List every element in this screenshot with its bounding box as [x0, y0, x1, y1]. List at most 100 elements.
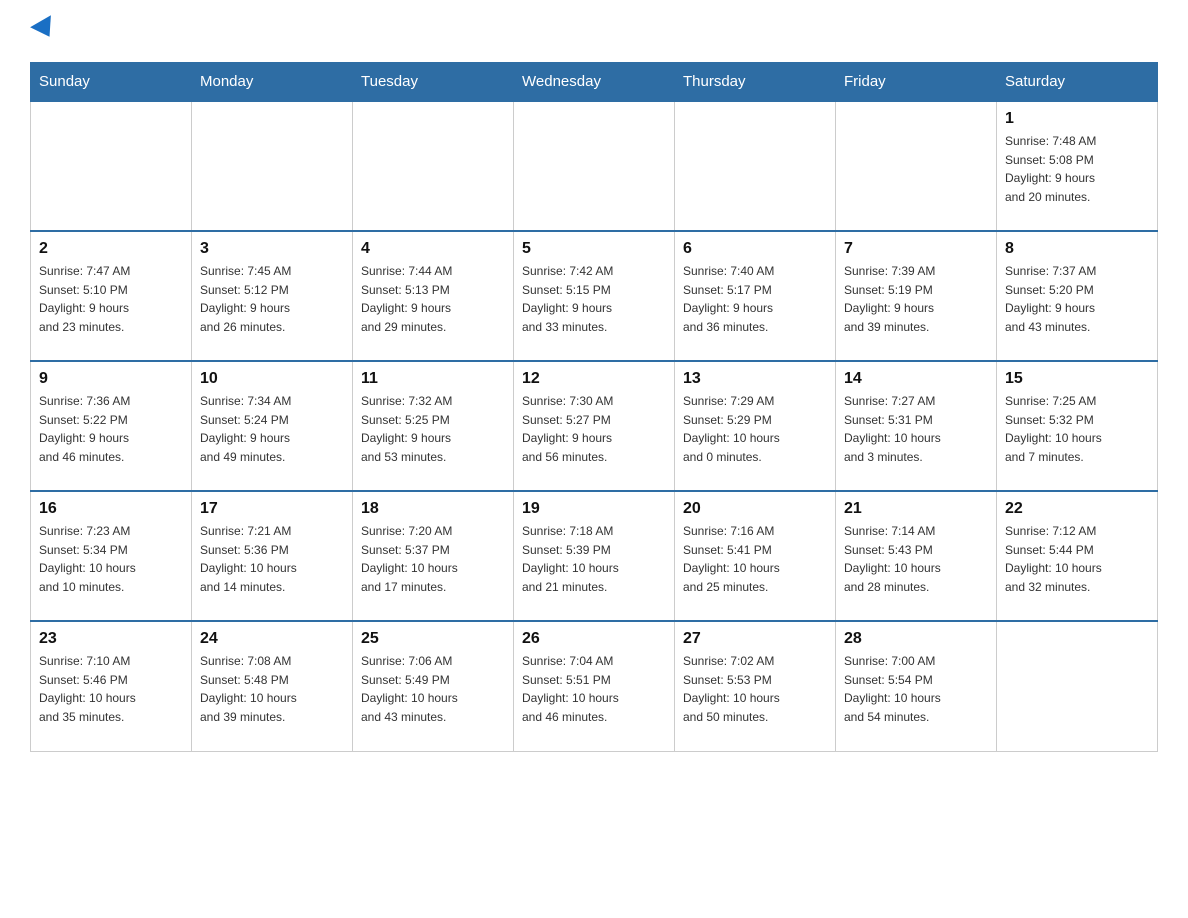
calendar-cell: 11Sunrise: 7:32 AM Sunset: 5:25 PM Dayli… — [353, 361, 514, 491]
calendar-cell: 18 Sunrise: 7:20 AM Sunset: 5:37 PM Dayli… — [353, 491, 514, 621]
calendar-cell: 14 Sunrise: 7:27 AM Sunset: 5:31 PM Dayli… — [836, 361, 997, 491]
day-number: 1 — [1005, 110, 1149, 128]
day-number: 17 — [200, 500, 344, 518]
day-number: 10 — [200, 370, 344, 388]
day-number: 6 — [683, 240, 827, 258]
calendar-cell: 4 Sunrise: 7:44 AM Sunset: 5:13 PM Daylig… — [353, 231, 514, 361]
day-number: 24 — [200, 630, 344, 648]
calendar-week-row: 16 Sunrise: 7:23 AM Sunset: 5:34 PM Dayli… — [31, 491, 1158, 621]
day-number: 14 — [844, 370, 988, 388]
calendar-cell — [192, 101, 353, 231]
day-info: Sunrise: 7:00 AM Sunset: 5:54 PM Dayligh… — [844, 652, 988, 726]
day-number: 8 — [1005, 240, 1149, 258]
page-header — [30, 20, 1158, 42]
day-info: Sunrise: 7:47 AM Sunset: 5:10 PM Dayligh… — [39, 262, 183, 336]
calendar-week-row: 2 Sunrise: 7:47 AM Sunset: 5:10 PM Daylig… — [31, 231, 1158, 361]
day-number: 19 — [522, 500, 666, 518]
calendar-cell: 3Sunrise: 7:45 AM Sunset: 5:12 PM Daylig… — [192, 231, 353, 361]
calendar-cell — [31, 101, 192, 231]
day-info: Sunrise: 7:06 AM Sunset: 5:49 PM Dayligh… — [361, 652, 505, 726]
calendar-cell: 2 Sunrise: 7:47 AM Sunset: 5:10 PM Daylig… — [31, 231, 192, 361]
day-number: 4 — [361, 240, 505, 258]
day-info: Sunrise: 7:27 AM Sunset: 5:31 PM Dayligh… — [844, 392, 988, 466]
day-info: Sunrise: 7:08 AM Sunset: 5:48 PM Dayligh… — [200, 652, 344, 726]
day-number: 7 — [844, 240, 988, 258]
day-info: Sunrise: 7:48 AM Sunset: 5:08 PM Dayligh… — [1005, 132, 1149, 206]
day-number: 22 — [1005, 500, 1149, 518]
calendar-header: SundayMondayTuesdayWednesdayThursdayFrid… — [31, 63, 1158, 102]
day-info: Sunrise: 7:12 AM Sunset: 5:44 PM Dayligh… — [1005, 522, 1149, 596]
calendar-cell: 28 Sunrise: 7:00 AM Sunset: 5:54 PM Dayli… — [836, 621, 997, 751]
weekday-header-friday: Friday — [836, 63, 997, 102]
day-number: 5 — [522, 240, 666, 258]
calendar-cell: 24 Sunrise: 7:08 AM Sunset: 5:48 PM Dayli… — [192, 621, 353, 751]
day-number: 2 — [39, 240, 183, 258]
day-number: 15 — [1005, 370, 1149, 388]
calendar-cell: 15 Sunrise: 7:25 AM Sunset: 5:32 PM Dayli… — [997, 361, 1158, 491]
calendar-week-row: 23 Sunrise: 7:10 AM Sunset: 5:46 PM Dayli… — [31, 621, 1158, 751]
calendar-cell: 20 Sunrise: 7:16 AM Sunset: 5:41 PM Dayli… — [675, 491, 836, 621]
calendar-cell: 13Sunrise: 7:29 AM Sunset: 5:29 PM Dayli… — [675, 361, 836, 491]
calendar-cell — [353, 101, 514, 231]
calendar-cell: 7 Sunrise: 7:39 AM Sunset: 5:19 PM Daylig… — [836, 231, 997, 361]
weekday-header-row: SundayMondayTuesdayWednesdayThursdayFrid… — [31, 63, 1158, 102]
weekday-header-thursday: Thursday — [675, 63, 836, 102]
calendar-cell: 23 Sunrise: 7:10 AM Sunset: 5:46 PM Dayli… — [31, 621, 192, 751]
day-number: 28 — [844, 630, 988, 648]
calendar-cell: 21 Sunrise: 7:14 AM Sunset: 5:43 PM Dayli… — [836, 491, 997, 621]
day-number: 9 — [39, 370, 183, 388]
calendar-cell: 19 Sunrise: 7:18 AM Sunset: 5:39 PM Dayli… — [514, 491, 675, 621]
calendar-cell: 16 Sunrise: 7:23 AM Sunset: 5:34 PM Dayli… — [31, 491, 192, 621]
weekday-header-tuesday: Tuesday — [353, 63, 514, 102]
calendar-cell — [514, 101, 675, 231]
day-info: Sunrise: 7:34 AM Sunset: 5:24 PM Dayligh… — [200, 392, 344, 466]
day-number: 12 — [522, 370, 666, 388]
weekday-header-sunday: Sunday — [31, 63, 192, 102]
day-info: Sunrise: 7:45 AM Sunset: 5:12 PM Dayligh… — [200, 262, 344, 336]
day-info: Sunrise: 7:37 AM Sunset: 5:20 PM Dayligh… — [1005, 262, 1149, 336]
day-info: Sunrise: 7:16 AM Sunset: 5:41 PM Dayligh… — [683, 522, 827, 596]
day-number: 27 — [683, 630, 827, 648]
logo-arrow-icon — [30, 15, 60, 43]
day-info: Sunrise: 7:39 AM Sunset: 5:19 PM Dayligh… — [844, 262, 988, 336]
calendar-cell — [675, 101, 836, 231]
day-number: 20 — [683, 500, 827, 518]
calendar-cell: 6Sunrise: 7:40 AM Sunset: 5:17 PM Daylig… — [675, 231, 836, 361]
day-number: 21 — [844, 500, 988, 518]
day-number: 25 — [361, 630, 505, 648]
calendar-cell: 26Sunrise: 7:04 AM Sunset: 5:51 PM Dayli… — [514, 621, 675, 751]
calendar-week-row: 9 Sunrise: 7:36 AM Sunset: 5:22 PM Daylig… — [31, 361, 1158, 491]
weekday-header-wednesday: Wednesday — [514, 63, 675, 102]
calendar-cell: 25 Sunrise: 7:06 AM Sunset: 5:49 PM Dayli… — [353, 621, 514, 751]
day-number: 18 — [361, 500, 505, 518]
day-info: Sunrise: 7:44 AM Sunset: 5:13 PM Dayligh… — [361, 262, 505, 336]
calendar-cell — [997, 621, 1158, 751]
day-info: Sunrise: 7:23 AM Sunset: 5:34 PM Dayligh… — [39, 522, 183, 596]
day-info: Sunrise: 7:18 AM Sunset: 5:39 PM Dayligh… — [522, 522, 666, 596]
calendar-week-row: 1 Sunrise: 7:48 AM Sunset: 5:08 PM Daylig… — [31, 101, 1158, 231]
calendar-cell: 8 Sunrise: 7:37 AM Sunset: 5:20 PM Daylig… — [997, 231, 1158, 361]
day-info: Sunrise: 7:20 AM Sunset: 5:37 PM Dayligh… — [361, 522, 505, 596]
day-number: 16 — [39, 500, 183, 518]
calendar-cell: 12 Sunrise: 7:30 AM Sunset: 5:27 PM Dayli… — [514, 361, 675, 491]
logo — [30, 20, 57, 42]
day-info: Sunrise: 7:04 AM Sunset: 5:51 PM Dayligh… — [522, 652, 666, 726]
calendar-body: 1 Sunrise: 7:48 AM Sunset: 5:08 PM Daylig… — [31, 101, 1158, 751]
calendar-cell: 9 Sunrise: 7:36 AM Sunset: 5:22 PM Daylig… — [31, 361, 192, 491]
day-info: Sunrise: 7:42 AM Sunset: 5:15 PM Dayligh… — [522, 262, 666, 336]
weekday-header-monday: Monday — [192, 63, 353, 102]
day-number: 23 — [39, 630, 183, 648]
day-info: Sunrise: 7:30 AM Sunset: 5:27 PM Dayligh… — [522, 392, 666, 466]
day-info: Sunrise: 7:21 AM Sunset: 5:36 PM Dayligh… — [200, 522, 344, 596]
calendar-cell — [836, 101, 997, 231]
day-number: 11 — [361, 370, 505, 388]
day-info: Sunrise: 7:14 AM Sunset: 5:43 PM Dayligh… — [844, 522, 988, 596]
day-info: Sunrise: 7:25 AM Sunset: 5:32 PM Dayligh… — [1005, 392, 1149, 466]
day-info: Sunrise: 7:36 AM Sunset: 5:22 PM Dayligh… — [39, 392, 183, 466]
day-info: Sunrise: 7:10 AM Sunset: 5:46 PM Dayligh… — [39, 652, 183, 726]
weekday-header-saturday: Saturday — [997, 63, 1158, 102]
calendar-cell: 1 Sunrise: 7:48 AM Sunset: 5:08 PM Daylig… — [997, 101, 1158, 231]
calendar-table: SundayMondayTuesdayWednesdayThursdayFrid… — [30, 62, 1158, 752]
calendar-cell: 17 Sunrise: 7:21 AM Sunset: 5:36 PM Dayli… — [192, 491, 353, 621]
day-number: 13 — [683, 370, 827, 388]
